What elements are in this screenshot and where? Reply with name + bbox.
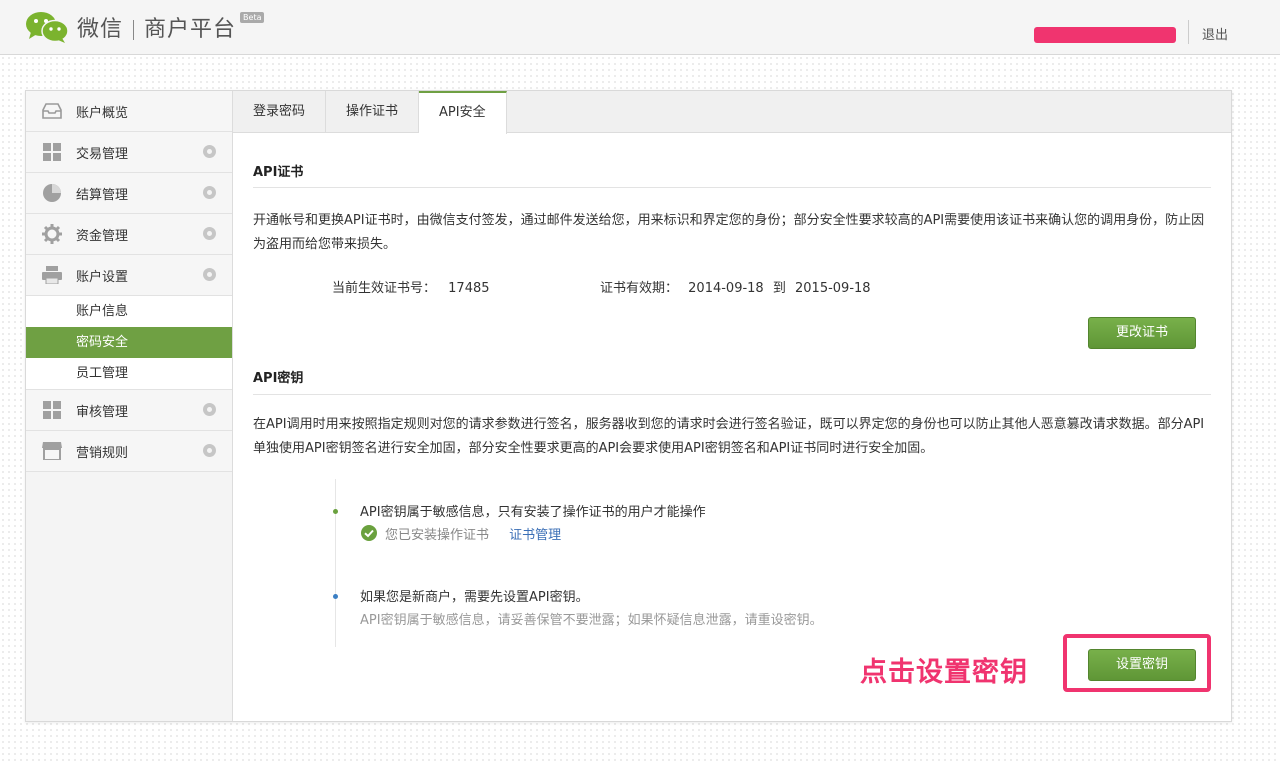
annotation-label: 点击设置密钥 [860,657,1028,688]
grid-icon [41,399,63,421]
api-key-note-sensitive: API密钥属于敏感信息，只有安装了操作证书的用户才能操作 [360,505,706,520]
gear-icon [41,223,63,245]
main-panel: 账户概览 交易管理 结算管理 资金管理 账户设置 账户信息 密码安全 员工管理 … [25,90,1232,722]
sidebar-subitem-account-info[interactable]: 账户信息 [26,296,232,327]
sidebar-item-account-overview[interactable]: 账户概览 [26,91,232,132]
content-area: 登录密码 操作证书 API安全 API证书 开通帐号和更换API证书时，由微信支… [233,91,1231,721]
expand-icon[interactable] [203,145,216,158]
current-cert-value: 17485 [448,281,490,296]
sidebar-item-marketing[interactable]: 营销规则 [26,431,232,472]
printer-icon [41,264,63,286]
tab-login-password[interactable]: 登录密码 [233,91,327,132]
current-cert-label: 当前生效证书号： [332,281,437,296]
sidebar-item-label: 交易管理 [76,146,129,162]
section-divider [253,187,1211,188]
sidebar-item-label: 资金管理 [76,228,129,244]
timeline-dot-green [333,509,338,514]
timeline-dot-blue [333,594,338,599]
cert-valid-from: 2014-09-18 [688,281,764,296]
cert-validity-label: 证书有效期： [600,281,679,296]
sidebar-item-funds[interactable]: 资金管理 [26,214,232,255]
beta-badge: Beta [240,11,265,23]
current-cert-number: 当前生效证书号： 17485 [332,277,490,296]
change-cert-button[interactable]: 更改证书 [1088,317,1196,349]
cert-valid-to: 2015-09-18 [795,281,871,296]
brand-name: 微信 [77,17,124,42]
sidebar-item-label: 审核管理 [76,404,129,420]
cert-installed-status: 您已安装操作证书 证书管理 [385,524,561,543]
wechat-logo-icon [25,10,69,44]
tab-api-security[interactable]: API安全 [419,91,507,134]
sidebar-item-settlement[interactable]: 结算管理 [26,173,232,214]
platform-name: 商户平台 [144,17,237,42]
expand-icon[interactable] [203,403,216,416]
shop-icon [41,440,63,462]
brand-title: 微信 商户平台 [77,11,236,43]
top-bar: 微信 商户平台 Beta 退出 [0,0,1280,55]
expand-icon[interactable] [203,444,216,457]
account-settings-submenu: 账户信息 密码安全 员工管理 [26,296,232,390]
cert-validity: 证书有效期： 2014-09-18 到 2015-09-18 [600,277,871,296]
cert-valid-to-word: 到 [772,281,786,296]
inbox-icon [41,100,63,122]
section-divider [253,394,1211,395]
sidebar-item-label: 结算管理 [76,187,129,203]
expand-icon[interactable] [203,186,216,199]
sidebar-item-review[interactable]: 审核管理 [26,390,232,431]
logo[interactable]: 微信 商户平台 Beta [25,8,265,46]
check-circle-icon [361,525,377,541]
sidebar-item-label: 账户概览 [76,105,129,121]
cert-installed-text: 您已安装操作证书 [385,528,490,543]
tab-operation-certificate[interactable]: 操作证书 [326,91,420,132]
api-key-keep-safe-note: API密钥属于敏感信息，请妥善保管不要泄露；如果怀疑信息泄露，请重设密钥。 [360,613,823,628]
brand-divider [133,20,135,40]
grid-icon [41,141,63,163]
api-key-description: 在API调用时用来按照指定规则对您的请求参数进行签名，服务器收到您的请求时会进行… [253,417,1205,456]
sidebar-item-label: 营销规则 [76,445,129,461]
sidebar-item-account-settings[interactable]: 账户设置 [26,255,232,296]
new-merchant-note: 如果您是新商户，需要先设置API密钥。 [360,590,589,605]
api-cert-title: API证书 [253,165,304,180]
sidebar: 账户概览 交易管理 结算管理 资金管理 账户设置 账户信息 密码安全 员工管理 … [26,91,233,721]
annotation-highlight-box [1063,634,1211,692]
expand-icon[interactable] [203,227,216,240]
timeline-line [335,479,336,647]
sidebar-item-label: 账户设置 [76,269,129,285]
api-key-title: API密钥 [253,371,304,386]
redacted-username [1034,27,1176,43]
api-cert-description: 开通帐号和更换API证书时，由微信支付签发，通过邮件发送给您，用来标识和界定您的… [253,213,1205,252]
sidebar-subitem-staff-management[interactable]: 员工管理 [26,358,232,389]
pie-chart-icon [41,182,63,204]
header-divider [1188,20,1189,44]
collapse-icon[interactable] [203,268,216,281]
tab-bar: 登录密码 操作证书 API安全 [233,91,1231,134]
logout-link[interactable]: 退出 [1202,24,1228,43]
sidebar-subitem-password-security[interactable]: 密码安全 [26,327,232,358]
cert-management-link[interactable]: 证书管理 [509,528,561,543]
sidebar-item-transactions[interactable]: 交易管理 [26,132,232,173]
